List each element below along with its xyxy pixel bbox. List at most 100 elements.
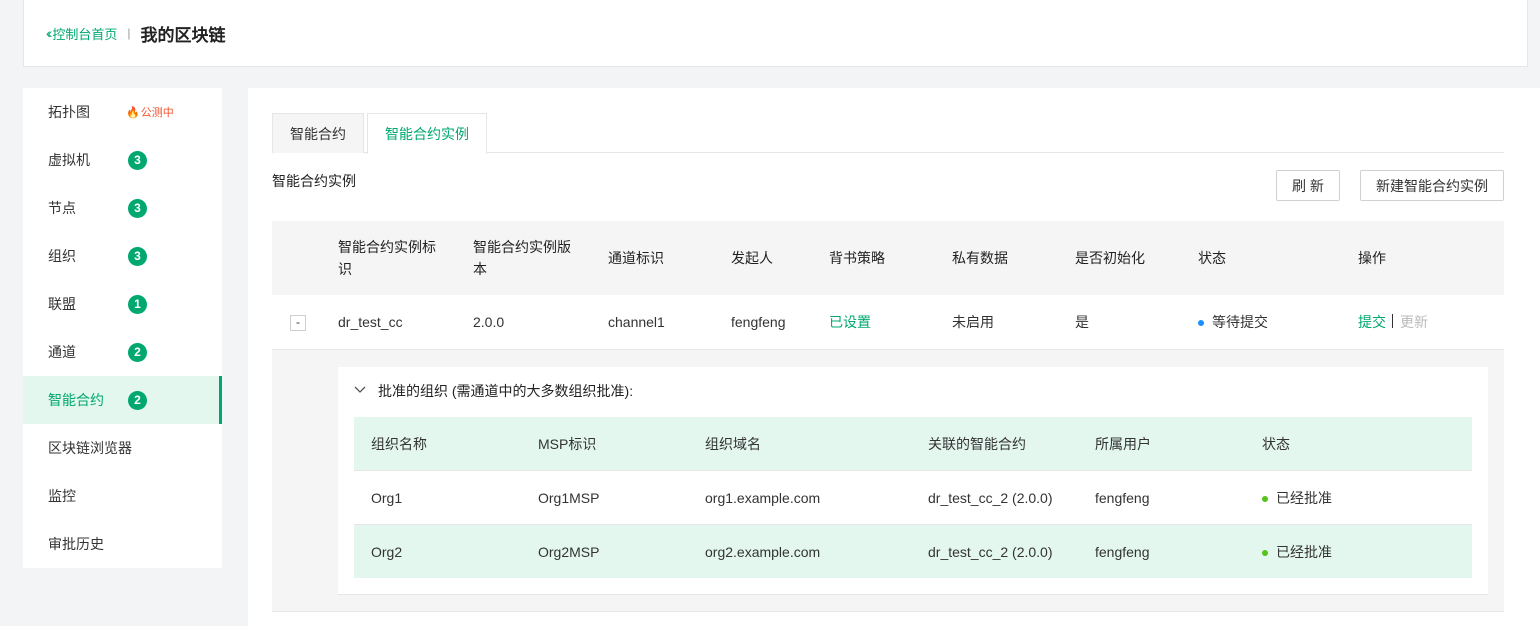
- back-link-label: 控制台首页: [52, 26, 118, 42]
- update-link[interactable]: 更新: [1400, 314, 1428, 330]
- org-domain: org1.example.com: [705, 489, 821, 506]
- sidebar-item-label: 审批历史: [48, 536, 104, 552]
- owner-user: fengfeng: [1095, 489, 1150, 506]
- sidebar-item-label: 联盟: [48, 296, 76, 312]
- column-header: 组织名称: [371, 435, 427, 452]
- column-header: 组织域名: [705, 435, 761, 452]
- count-badge: 1: [128, 294, 147, 314]
- owner-user: fengfeng: [1095, 543, 1150, 560]
- channel-id: channel1: [608, 314, 665, 330]
- sidebar-item-consortium[interactable]: 联盟 1: [23, 280, 222, 328]
- msp-id: Org2MSP: [538, 543, 600, 560]
- org-domain: org2.example.com: [705, 543, 821, 560]
- sidebar-item-orgs[interactable]: 组织 3: [23, 232, 222, 280]
- column-header: 关联的智能合约: [928, 435, 1026, 452]
- sidebar-item-monitoring[interactable]: 监控: [23, 472, 222, 520]
- instance-version: 2.0.0: [473, 314, 505, 330]
- row-actions: 提交 更新: [1358, 311, 1428, 333]
- sidebar: 拓扑图 🔥 公测中 虚拟机 3 节点 3 组织 3 联盟 1 通道 2 智能合约…: [23, 88, 222, 568]
- back-to-console-link[interactable]: ‹‹ 控制台首页: [46, 24, 117, 43]
- sidebar-item-label: 拓扑图: [48, 104, 90, 120]
- column-header: 状态: [1198, 250, 1226, 266]
- tab-smart-contracts[interactable]: 智能合约: [272, 113, 364, 153]
- sidebar-item-approval-history[interactable]: 审批历史: [23, 520, 222, 568]
- approved-orgs-panel: 批准的组织 (需通道中的大多数组织批准): 组织名称 MSP标识 组织域名 关联…: [338, 367, 1488, 595]
- initialized-flag: 是: [1075, 314, 1089, 330]
- sidebar-item-explorer[interactable]: 区块链浏览器: [23, 424, 222, 472]
- table-row: Org1 Org1MSP org1.example.com dr_test_cc…: [354, 470, 1472, 524]
- pending-status-dot-icon: [1198, 320, 1204, 327]
- tab-smart-contract-instances[interactable]: 智能合约实例: [367, 113, 487, 154]
- sidebar-item-label: 通道: [48, 344, 76, 360]
- sidebar-item-smart-contracts[interactable]: 智能合约 2: [23, 376, 222, 424]
- column-header: MSP标识: [538, 435, 597, 452]
- sidebar-item-label: 监控: [48, 488, 76, 504]
- column-header: 通道标识: [608, 250, 664, 266]
- approved-status-dot-icon: [1262, 495, 1268, 502]
- status-text: 等待提交: [1212, 314, 1268, 330]
- collapse-row-toggle[interactable]: -: [290, 315, 306, 331]
- private-data: 未启用: [952, 314, 994, 330]
- approved-orgs-title: 批准的组织 (需通道中的大多数组织批准):: [378, 383, 634, 399]
- action-divider: [1392, 314, 1393, 328]
- instances-table: 智能合约实例标识 智能合约实例版本 通道标识 发起人 背书策略 私有数据 是否初…: [272, 221, 1504, 612]
- org-name: Org2: [371, 543, 403, 560]
- column-header: 状态: [1262, 435, 1290, 452]
- count-badge: 3: [128, 150, 147, 170]
- status-text: 已经批准: [1276, 543, 1332, 560]
- double-chevron-left-icon: ‹‹: [46, 25, 53, 41]
- status: 等待提交: [1198, 311, 1268, 333]
- count-badge: 2: [128, 342, 147, 362]
- beta-badge: 🔥 公测中: [126, 104, 174, 120]
- column-header: 操作: [1358, 250, 1386, 266]
- sidebar-item-vm[interactable]: 虚拟机 3: [23, 136, 222, 184]
- fire-icon: 🔥: [126, 106, 140, 119]
- linked-contract: dr_test_cc_2 (2.0.0): [928, 543, 1053, 560]
- refresh-button[interactable]: 刷 新: [1276, 170, 1340, 201]
- main-panel: 智能合约 智能合约实例 智能合约实例 刷 新 新建智能合约实例 智能合约实例标识…: [248, 88, 1540, 626]
- tab-bar: 智能合约 智能合约实例: [272, 113, 1504, 154]
- approved-orgs-header[interactable]: 批准的组织 (需通道中的大多数组织批准):: [354, 381, 633, 401]
- sidebar-item-label: 虚拟机: [48, 152, 90, 168]
- sidebar-item-channels[interactable]: 通道 2: [23, 328, 222, 376]
- column-header: 是否初始化: [1075, 250, 1145, 266]
- count-badge: 2: [128, 390, 147, 410]
- msp-id: Org1MSP: [538, 489, 600, 506]
- table-row: - dr_test_cc 2.0.0 channel1 fengfeng 已设置…: [272, 295, 1504, 350]
- approval-status: 已经批准: [1262, 487, 1332, 509]
- org-name: Org1: [371, 489, 403, 506]
- column-header: 发起人: [731, 250, 773, 266]
- count-badge: 3: [128, 198, 147, 218]
- column-header: 智能合约实例标识: [338, 239, 436, 277]
- linked-contract: dr_test_cc_2 (2.0.0): [928, 489, 1053, 506]
- page-title: 我的区块链: [140, 25, 226, 45]
- new-instance-button[interactable]: 新建智能合约实例: [1360, 170, 1504, 201]
- table-row: Org2 Org2MSP org2.example.com dr_test_cc…: [354, 524, 1472, 578]
- expanded-row-detail: 批准的组织 (需通道中的大多数组织批准): 组织名称 MSP标识 组织域名 关联…: [272, 350, 1504, 612]
- submit-link[interactable]: 提交: [1358, 314, 1386, 330]
- sidebar-item-label: 节点: [48, 200, 76, 216]
- sidebar-item-nodes[interactable]: 节点 3: [23, 184, 222, 232]
- breadcrumb-separator: |: [127, 26, 131, 40]
- column-header: 所属用户: [1095, 435, 1151, 452]
- approval-status: 已经批准: [1262, 541, 1332, 563]
- approved-orgs-table: 组织名称 MSP标识 组织域名 关联的智能合约 所属用户 状态 Org1 Org…: [354, 417, 1472, 578]
- initiator: fengfeng: [731, 314, 786, 330]
- table-header: 组织名称 MSP标识 组织域名 关联的智能合约 所属用户 状态: [354, 417, 1472, 470]
- sidebar-item-label: 智能合约: [48, 392, 104, 408]
- instance-id: dr_test_cc: [338, 314, 403, 330]
- sidebar-item-label: 区块链浏览器: [48, 440, 132, 456]
- column-header: 智能合约实例版本: [473, 239, 571, 277]
- column-header: 背书策略: [829, 250, 885, 266]
- approved-status-dot-icon: [1262, 549, 1268, 556]
- status-text: 已经批准: [1276, 489, 1332, 506]
- chevron-down-icon[interactable]: [354, 385, 370, 397]
- count-badge: 3: [128, 246, 147, 266]
- sidebar-item-topology[interactable]: 拓扑图 🔥 公测中: [23, 88, 222, 136]
- endorsement-policy-link[interactable]: 已设置: [829, 311, 871, 333]
- table-header: 智能合约实例标识 智能合约实例版本 通道标识 发起人 背书策略 私有数据 是否初…: [272, 221, 1504, 295]
- page-header: ‹‹ 控制台首页 | 我的区块链: [23, 0, 1528, 67]
- column-header: 私有数据: [952, 250, 1008, 266]
- beta-label: 公测中: [140, 107, 174, 119]
- section-title: 智能合约实例: [272, 173, 356, 189]
